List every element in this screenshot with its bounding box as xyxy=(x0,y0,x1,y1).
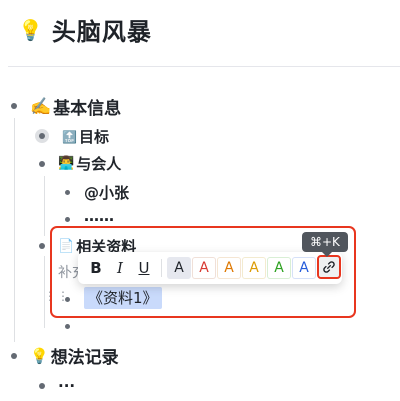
bullet[interactable] xyxy=(65,217,70,222)
bullet[interactable] xyxy=(65,324,70,329)
list-item-attendees[interactable]: 👨‍💻 与会人 xyxy=(58,153,121,174)
text-color-black[interactable]: A xyxy=(167,257,191,279)
lightbulb-icon: 💡 xyxy=(30,346,49,365)
list-item-ideas-more[interactable]: ... xyxy=(58,373,75,391)
bold-button[interactable]: B xyxy=(84,256,108,280)
list-item-ideas[interactable]: 💡 想法记录 xyxy=(30,343,119,369)
link-shortcut-tooltip: ⌘+K xyxy=(302,232,348,257)
toolbar-separator xyxy=(161,259,162,277)
bullet[interactable] xyxy=(39,383,45,389)
text-color-red[interactable]: A xyxy=(192,257,216,279)
outline-guide-line xyxy=(14,118,15,342)
underline-button[interactable]: U xyxy=(132,256,156,280)
lightbulb-icon: 💡 xyxy=(18,17,44,42)
text-color-green[interactable]: A xyxy=(267,257,291,279)
insert-link-button[interactable] xyxy=(317,255,341,279)
text-color-yellow[interactable]: A xyxy=(242,257,266,279)
link-icon xyxy=(323,261,335,273)
bullet[interactable] xyxy=(11,103,17,109)
technologist-icon: 👨‍💻 xyxy=(58,156,75,171)
list-item-more-attendees[interactable]: …… xyxy=(84,207,114,225)
page-title: 💡 头脑风暴 xyxy=(18,12,152,47)
bullet[interactable] xyxy=(65,190,70,195)
outline-guide-line xyxy=(44,176,45,236)
top-arrow-icon: 🔝 xyxy=(62,129,77,144)
italic-button[interactable]: I xyxy=(108,256,132,280)
bullet[interactable] xyxy=(11,353,17,359)
writing-hand-icon: ✍️ xyxy=(30,96,52,117)
mention-xiaozhang[interactable]: @小张 xyxy=(84,182,129,203)
list-item-goal[interactable]: 🔝 目标 xyxy=(62,126,109,147)
page-title-text[interactable]: 头脑风暴 xyxy=(52,12,152,47)
text-color-blue[interactable]: A xyxy=(292,257,316,279)
format-toolbar: B I U A A A A A A xyxy=(78,252,342,284)
bullet[interactable] xyxy=(39,243,45,249)
collapsed-bullet[interactable] xyxy=(35,129,49,143)
title-divider xyxy=(8,66,400,67)
list-item-basic-info[interactable]: ✍️ 基本信息 xyxy=(30,94,121,120)
bullet[interactable] xyxy=(39,161,45,167)
text-color-orange[interactable]: A xyxy=(217,257,241,279)
